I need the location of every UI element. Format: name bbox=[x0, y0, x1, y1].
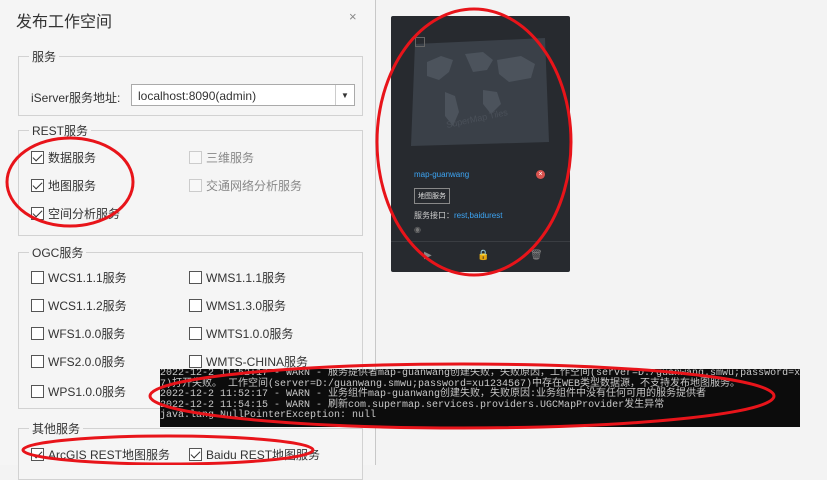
ogc-wms111-checkbox[interactable]: WMS1.1.1服务 bbox=[189, 269, 286, 286]
checkbox-label: ArcGIS REST地图服务 bbox=[48, 448, 171, 462]
checkbox-label: WMS1.3.0服务 bbox=[206, 299, 287, 313]
checkbox-box[interactable] bbox=[189, 327, 202, 340]
eye-icon[interactable]: ◉ bbox=[414, 225, 421, 234]
lock-icon[interactable]: 🔒 bbox=[477, 250, 489, 261]
interface-value[interactable]: rest,baidurest bbox=[454, 211, 502, 220]
checkbox-box[interactable] bbox=[31, 299, 44, 312]
checkbox-box[interactable] bbox=[189, 151, 202, 164]
checkbox-box[interactable] bbox=[31, 327, 44, 340]
ogc-wcs111-checkbox[interactable]: WCS1.1.1服务 bbox=[31, 269, 127, 286]
checkbox-label: 地图服务 bbox=[48, 179, 97, 193]
ogc-group-label: OGC服务 bbox=[29, 244, 87, 261]
service-group-label: 服务 bbox=[29, 48, 60, 65]
checkbox-label: WPS1.0.0服务 bbox=[48, 385, 127, 399]
service-interface: 服务接口：rest,baidurest bbox=[414, 210, 502, 221]
console-line: java.lang.NullPointerException: null bbox=[160, 410, 377, 422]
service-name-link[interactable]: map-guanwang bbox=[414, 170, 469, 179]
checkbox-label: WFS1.0.0服务 bbox=[48, 327, 126, 341]
card-action-bar: ▶ 🔒 🗑 bbox=[391, 241, 570, 272]
checkbox-label: 三维服务 bbox=[206, 151, 255, 165]
ogc-wms130-checkbox[interactable]: WMS1.3.0服务 bbox=[189, 297, 286, 314]
service-card[interactable]: SuperMap Tiles map-guanwang × 地图服务 服务接口：… bbox=[391, 16, 570, 272]
delete-icon[interactable]: × bbox=[536, 170, 545, 179]
ogc-wps100-checkbox[interactable]: WPS1.0.0服务 bbox=[31, 383, 126, 400]
rest-service-group: REST服务 数据服务 三维服务 地图服务 交通网络分析服务 空间分析服务 bbox=[18, 122, 363, 236]
rest-spatial-analysis-checkbox[interactable]: 空间分析服务 bbox=[31, 205, 120, 222]
rest-map-service-checkbox[interactable]: 地图服务 bbox=[31, 177, 96, 194]
chevron-down-icon[interactable]: ▼ bbox=[335, 85, 354, 105]
server-address-select[interactable]: localhost:8090(admin) ▼ bbox=[131, 84, 355, 106]
checkbox-box[interactable] bbox=[31, 207, 44, 220]
checkbox-box[interactable] bbox=[31, 271, 44, 284]
ogc-wfs100-checkbox[interactable]: WFS1.0.0服务 bbox=[31, 325, 125, 342]
other-group-label: 其他服务 bbox=[29, 420, 84, 437]
checkbox-label: 交通网络分析服务 bbox=[206, 179, 303, 193]
ogc-wmts100-checkbox[interactable]: WMTS1.0.0服务 bbox=[189, 325, 293, 342]
dialog-title: 发布工作空间 bbox=[16, 14, 113, 31]
arcgis-rest-checkbox[interactable]: ArcGIS REST地图服务 bbox=[31, 446, 170, 463]
checkbox-box[interactable] bbox=[189, 448, 202, 461]
checkbox-box[interactable] bbox=[31, 448, 44, 461]
ogc-wfs200-checkbox[interactable]: WFS2.0.0服务 bbox=[31, 353, 125, 370]
console-log: 2022-12-2 11:52:17 - WARN - 服务提供者map-gua… bbox=[160, 369, 800, 427]
checkbox-label: WMTS1.0.0服务 bbox=[206, 327, 294, 341]
checkbox-box[interactable] bbox=[31, 355, 44, 368]
checkbox-label: 数据服务 bbox=[48, 151, 97, 165]
service-group: 服务 iServer服务地址: localhost:8090(admin) ▼ bbox=[18, 48, 363, 116]
rest-transport-network-checkbox[interactable]: 交通网络分析服务 bbox=[189, 177, 302, 194]
ogc-wmts-china-checkbox[interactable]: WMTS-CHINA服务 bbox=[189, 353, 308, 370]
server-address-value: localhost:8090(admin) bbox=[138, 89, 257, 103]
checkbox-box[interactable] bbox=[189, 299, 202, 312]
checkbox-box[interactable] bbox=[31, 385, 44, 398]
ogc-wcs112-checkbox[interactable]: WCS1.1.2服务 bbox=[31, 297, 127, 314]
map-thumbnail: SuperMap Tiles bbox=[411, 38, 549, 146]
checkbox-box[interactable] bbox=[189, 179, 202, 192]
checkbox-label: 空间分析服务 bbox=[48, 207, 121, 221]
rest-3d-service-checkbox[interactable]: 三维服务 bbox=[189, 149, 254, 166]
trash-icon[interactable]: 🗑 bbox=[530, 250, 543, 261]
checkbox-label: WCS1.1.1服务 bbox=[48, 271, 127, 285]
checkbox-box[interactable] bbox=[189, 355, 202, 368]
checkbox-box[interactable] bbox=[189, 271, 202, 284]
close-icon[interactable]: × bbox=[349, 9, 357, 24]
checkbox-label: Baidu REST地图服务 bbox=[206, 448, 321, 462]
checkbox-box[interactable] bbox=[31, 151, 44, 164]
checkbox-box[interactable] bbox=[31, 179, 44, 192]
checkbox-label: WFS2.0.0服务 bbox=[48, 355, 126, 369]
rest-data-service-checkbox[interactable]: 数据服务 bbox=[31, 149, 96, 166]
checkbox-label: WMS1.1.1服务 bbox=[206, 271, 287, 285]
interface-label: 服务接口： bbox=[414, 211, 454, 220]
rest-group-label: REST服务 bbox=[29, 122, 92, 139]
card-select-checkbox[interactable] bbox=[415, 37, 425, 47]
console-line: 2022-12-2 11:52:17 - WARN - 服务提供者map-gua… bbox=[160, 369, 800, 379]
play-icon[interactable]: ▶ bbox=[424, 250, 432, 261]
baidu-rest-checkbox[interactable]: Baidu REST地图服务 bbox=[189, 446, 320, 463]
checkbox-label: WCS1.1.2服务 bbox=[48, 299, 127, 313]
server-address-label: iServer服务地址: bbox=[31, 91, 121, 105]
service-type-tag: 地图服务 bbox=[414, 188, 450, 204]
other-service-group: 其他服务 ArcGIS REST地图服务 Baidu REST地图服务 bbox=[18, 420, 363, 480]
checkbox-label: WMTS-CHINA服务 bbox=[206, 355, 308, 369]
